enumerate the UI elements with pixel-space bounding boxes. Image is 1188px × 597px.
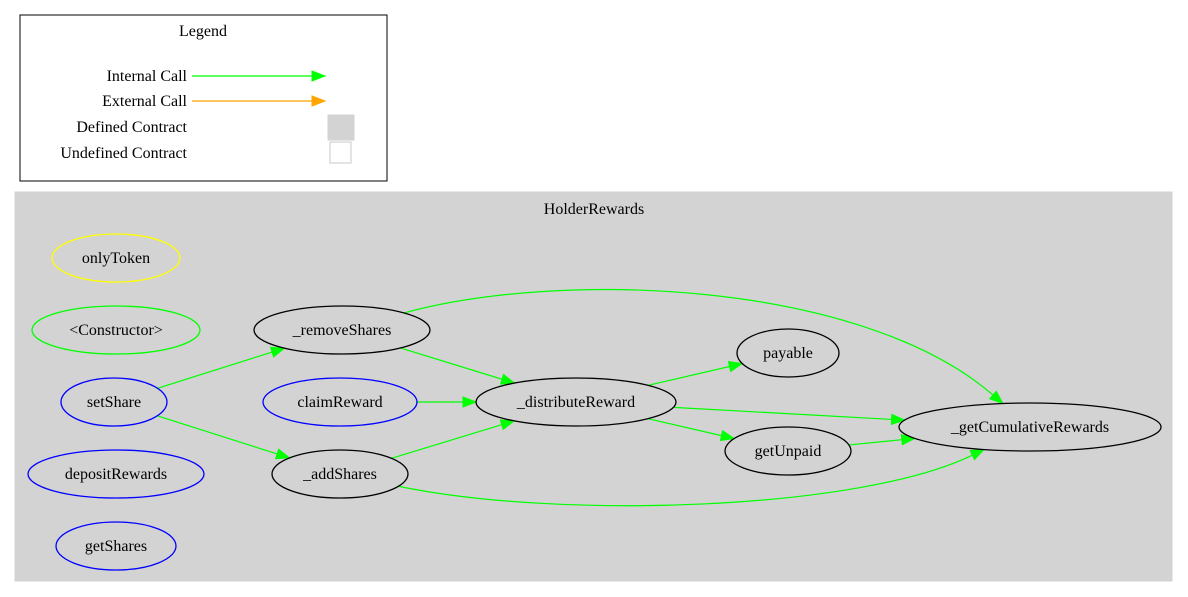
node-label: <Constructor> xyxy=(69,322,163,339)
cluster-title: HolderRewards xyxy=(544,201,644,218)
node-label: depositRewards xyxy=(65,466,167,483)
node-label: getShares xyxy=(85,538,147,555)
cluster-background xyxy=(14,191,1173,582)
node-label: _removeShares xyxy=(292,322,392,339)
node-label: payable xyxy=(763,345,813,362)
node-label: setShare xyxy=(87,394,141,411)
defined-contract-swatch-icon xyxy=(327,114,355,141)
legend-label: Defined Contract xyxy=(76,119,187,136)
node-label: claimReward xyxy=(297,394,382,411)
call-graph: Legend Internal Call External Call Defin… xyxy=(14,14,1173,582)
contract-cluster-holderrewards: HolderRewards xyxy=(14,191,1173,582)
legend-label: Internal Call xyxy=(107,68,188,85)
node-label: _distributeReward xyxy=(516,394,635,411)
legend-label: External Call xyxy=(102,93,187,110)
node-label: getUnpaid xyxy=(755,443,822,460)
node-label: _addShares xyxy=(302,466,377,483)
legend-label: Undefined Contract xyxy=(60,145,187,162)
undefined-contract-swatch-icon xyxy=(329,141,352,164)
legend-title: Legend xyxy=(179,23,227,40)
node-label: _getCumulativeRewards xyxy=(950,419,1109,436)
legend: Legend Internal Call External Call Defin… xyxy=(19,14,388,182)
node-label: onlyToken xyxy=(82,250,150,267)
